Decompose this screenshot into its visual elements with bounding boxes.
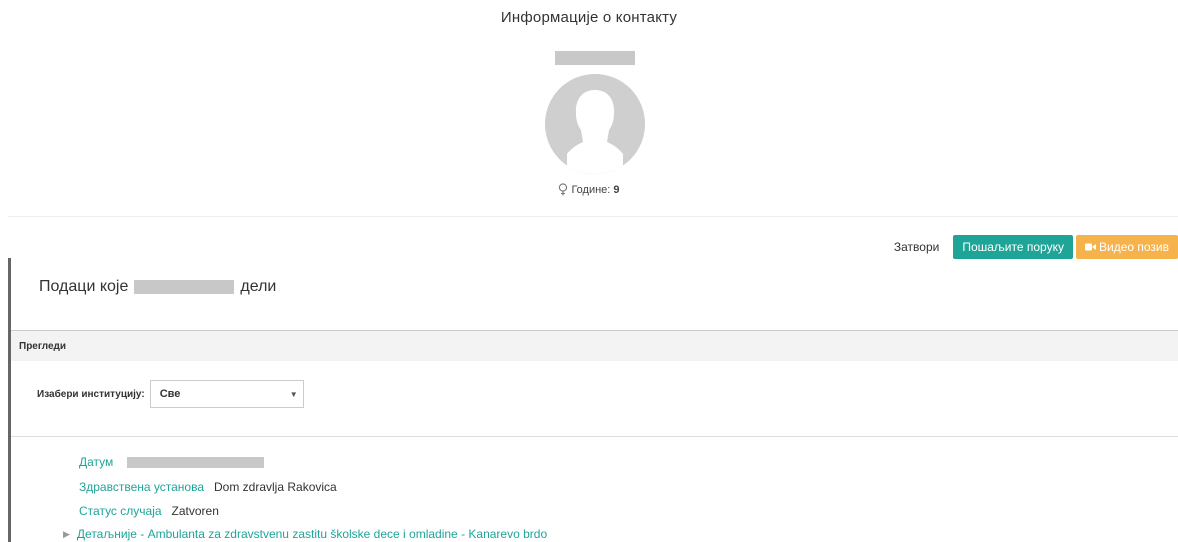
- redacted-contact-name: [555, 51, 635, 65]
- date-label: Датум: [79, 455, 114, 469]
- age-info: Године: 9: [0, 183, 1178, 199]
- expand-triangle-icon[interactable]: ▶: [63, 529, 70, 540]
- status-label: Статус случаја: [79, 504, 162, 518]
- redacted-contact-name: [134, 280, 235, 294]
- facility-value: Dom zdravlja Rakovica: [214, 480, 337, 494]
- details-link[interactable]: Детаљније - Ambulanta za zdravstvenu zas…: [77, 527, 547, 541]
- facility-label: Здравствена установа: [79, 480, 204, 494]
- record-facility-row: Здравствена установа Dom zdravlja Rakovi…: [79, 480, 337, 494]
- close-link[interactable]: Затвори: [894, 240, 939, 254]
- record-status-row: Статус случаја Zatvoren: [79, 504, 219, 518]
- status-value: Zatvoren: [171, 504, 219, 518]
- institution-selected-value: Све: [159, 388, 181, 400]
- shared-data-title: Подаци које дели: [39, 278, 276, 296]
- video-call-button[interactable]: Видео позив: [1075, 235, 1178, 259]
- avatar: [545, 74, 645, 174]
- female-icon: [558, 183, 568, 199]
- record-details-row[interactable]: ▶ Детаљније - Ambulanta za zdravstvenu z…: [63, 527, 547, 541]
- age-value: 9: [613, 184, 620, 196]
- institution-label: Изабери институцију:: [37, 388, 145, 400]
- send-message-button[interactable]: Пошаљите поруку: [953, 235, 1073, 259]
- divider: [11, 436, 1178, 437]
- shared-data-suffix: дели: [240, 278, 277, 295]
- page-title: Информације о контакту: [500, 9, 678, 26]
- redacted-date: [127, 456, 265, 468]
- video-camera-icon: [1084, 240, 1096, 254]
- record-date-row: Датум: [79, 455, 265, 469]
- divider: [8, 216, 1178, 217]
- user-silhouette-icon: [545, 74, 645, 174]
- institution-filter: Изабери институцију: Све ▼: [37, 380, 304, 408]
- section-header-reviews: Прегледи: [11, 331, 1178, 361]
- shared-data-prefix: Подаци које: [39, 278, 129, 295]
- video-call-label: Видео позив: [1098, 240, 1169, 254]
- shared-data-panel: Подаци које дели Прегледи Изабери инстит…: [8, 258, 1178, 542]
- action-bar: Затвори Пошаљите поруку Видео позив: [894, 235, 1178, 259]
- age-label: Године:: [571, 184, 611, 196]
- chevron-down-icon: ▼: [289, 389, 298, 399]
- institution-select[interactable]: Све ▼: [149, 380, 304, 408]
